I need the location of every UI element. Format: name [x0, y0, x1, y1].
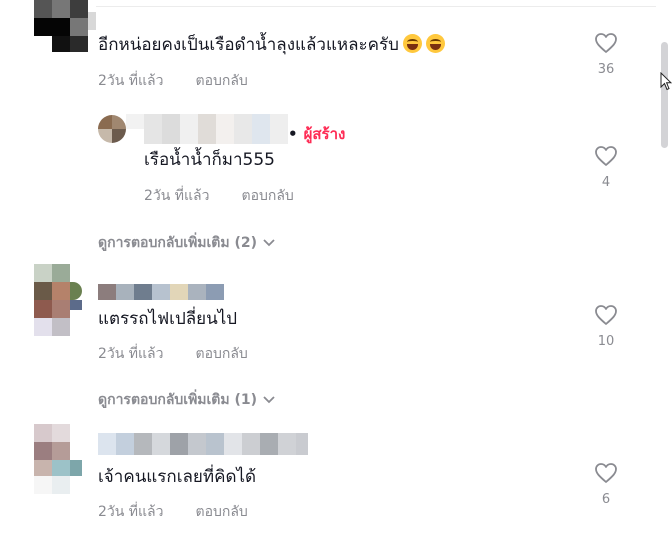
reply-button[interactable]: ตอบกลับ: [195, 343, 247, 365]
creator-badge: • ผู้สร้าง: [288, 125, 346, 143]
mouse-pointer-icon: [660, 72, 672, 91]
scrollbar-thumb[interactable]: [661, 42, 668, 148]
comment-time: 2วัน ที่แล้ว: [98, 346, 164, 362]
like-button[interactable]: 4: [586, 145, 626, 190]
divider: [96, 6, 656, 7]
comment-meta: 2วัน ที่แล้ว ตอบกลับ: [98, 343, 248, 365]
avatar-blurred[interactable]: [34, 424, 82, 494]
like-count: 36: [597, 62, 615, 77]
reply-text: เรือน้ำน้ำก็มา555: [144, 150, 275, 170]
laughing-tears-emoji-icon: [402, 34, 422, 53]
comment-time: 2วัน ที่แล้ว: [98, 73, 164, 89]
reply-button[interactable]: ตอบกลับ: [241, 185, 293, 207]
like-button[interactable]: 36: [586, 32, 626, 77]
chevron-down-icon: [263, 239, 275, 247]
reply-button[interactable]: ตอบกลับ: [195, 501, 247, 523]
username-blurred[interactable]: [98, 284, 224, 300]
chevron-down-icon: [263, 396, 275, 404]
avatar-blurred[interactable]: [34, 264, 82, 336]
comment-text: เจ้าคนแรกเลยที่คิดได้: [98, 467, 257, 487]
like-button[interactable]: 6: [586, 462, 626, 507]
comment-text: แตรรถไฟเปลี่ยนไป: [98, 309, 238, 329]
view-more-replies[interactable]: ดูการตอบกลับเพิ่มเติม (1): [98, 389, 275, 411]
comment-time: 2วัน ที่แล้ว: [98, 504, 164, 520]
avatar-blurred[interactable]: [34, 0, 96, 52]
heart-outline-icon: [595, 305, 617, 325]
like-count: 6: [601, 492, 611, 507]
avatar-blurred[interactable]: [98, 115, 126, 143]
comment-text: อีกหน่อยคงเป็นเรือดำน้ำลุงแล้วแหละครับ: [98, 34, 445, 56]
like-button[interactable]: 10: [586, 304, 626, 349]
username-blurred[interactable]: [126, 114, 288, 144]
view-more-replies-label: ดูการตอบกลับเพิ่มเติม (1): [98, 392, 258, 408]
like-count: 10: [597, 334, 615, 349]
like-count: 4: [601, 175, 611, 190]
view-more-replies-label: ดูการตอบกลับเพิ่มเติม (2): [98, 235, 258, 251]
laughing-tears-emoji-icon: [425, 34, 445, 53]
heart-outline-icon: [595, 146, 617, 166]
heart-outline-icon: [595, 463, 617, 483]
reply-button[interactable]: ตอบกลับ: [195, 70, 247, 92]
comment-meta: 2วัน ที่แล้ว ตอบกลับ: [98, 70, 248, 92]
reply-time: 2วัน ที่แล้ว: [144, 188, 210, 204]
view-more-replies[interactable]: ดูการตอบกลับเพิ่มเติม (2): [98, 232, 275, 254]
comment-meta: 2วัน ที่แล้ว ตอบกลับ: [98, 501, 248, 523]
username-blurred[interactable]: [98, 433, 308, 455]
heart-outline-icon: [595, 33, 617, 53]
reply-meta: 2วัน ที่แล้ว ตอบกลับ: [144, 185, 294, 207]
